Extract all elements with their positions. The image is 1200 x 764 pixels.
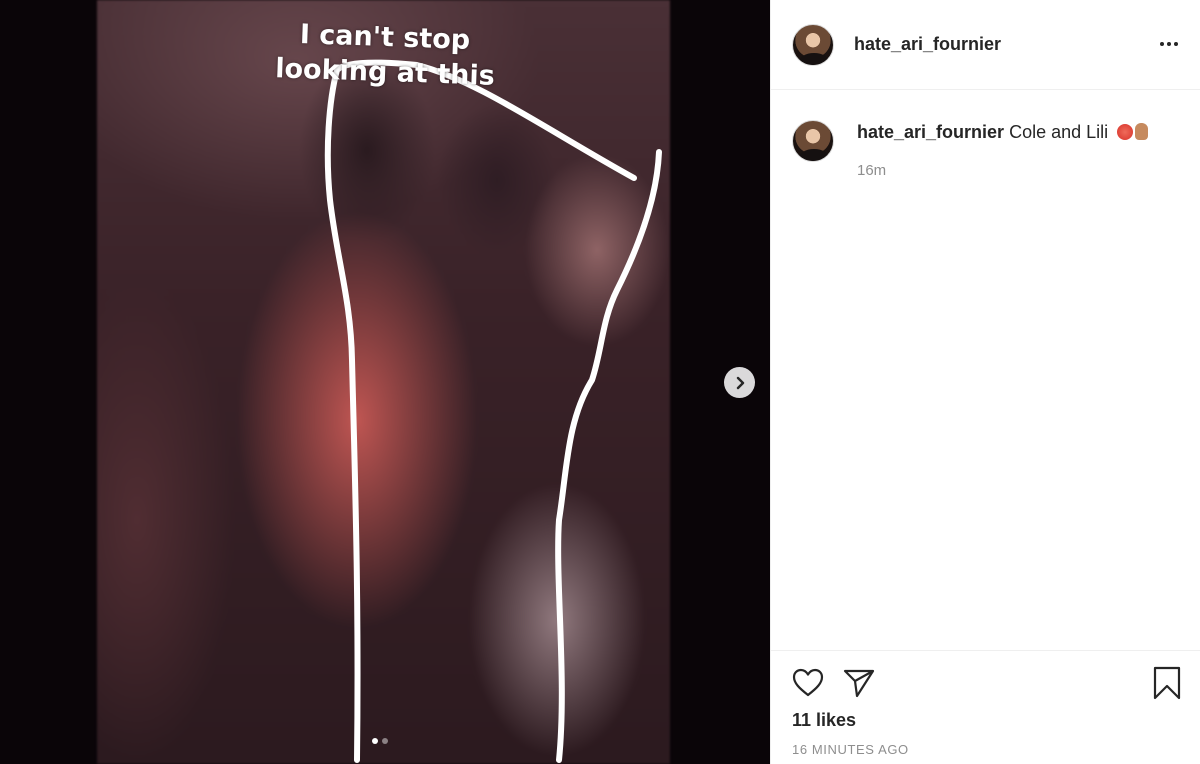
hand-drawn-outline xyxy=(324,59,662,763)
post-side-panel: hate_ari_fournier hate_ari_fournier Cole… xyxy=(770,0,1200,764)
actions-bar: 11 likes 16 MINUTES AGO xyxy=(771,650,1200,764)
caption-username[interactable]: hate_ari_fournier xyxy=(857,122,1004,142)
share-button[interactable] xyxy=(842,667,876,699)
post-media: I can't stop looking at this xyxy=(0,0,770,764)
bookmark-icon xyxy=(1153,666,1181,700)
save-button[interactable] xyxy=(1151,665,1183,701)
post-timestamp[interactable]: 16 MINUTES AGO xyxy=(792,742,909,757)
chevron-right-icon xyxy=(736,376,744,389)
caption-text: Cole and Lili xyxy=(1009,122,1109,142)
likes-count[interactable]: 11 likes xyxy=(792,710,856,731)
raised-hand-emoji-icon xyxy=(1135,123,1149,140)
heart-icon xyxy=(792,668,824,697)
next-media-button[interactable] xyxy=(724,367,755,398)
carousel-dot-active xyxy=(372,738,378,744)
post-header: hate_ari_fournier xyxy=(771,0,1200,90)
carousel-indicator xyxy=(372,738,388,744)
angry-face-emoji-icon xyxy=(1117,124,1134,140)
avatar[interactable] xyxy=(792,24,834,66)
caption-line: hate_ari_fournier Cole and Lili xyxy=(857,122,1149,143)
like-button[interactable] xyxy=(791,667,825,699)
more-options-button[interactable] xyxy=(1155,32,1183,56)
header-username[interactable]: hate_ari_fournier xyxy=(854,34,1001,55)
carousel-dot xyxy=(382,738,388,744)
more-options-icon xyxy=(1160,42,1164,46)
comment-avatar[interactable] xyxy=(792,120,834,162)
paper-plane-icon xyxy=(843,669,875,698)
story-overlay: I can't stop looking at this xyxy=(97,0,670,764)
comment-time[interactable]: 16m xyxy=(857,162,886,179)
